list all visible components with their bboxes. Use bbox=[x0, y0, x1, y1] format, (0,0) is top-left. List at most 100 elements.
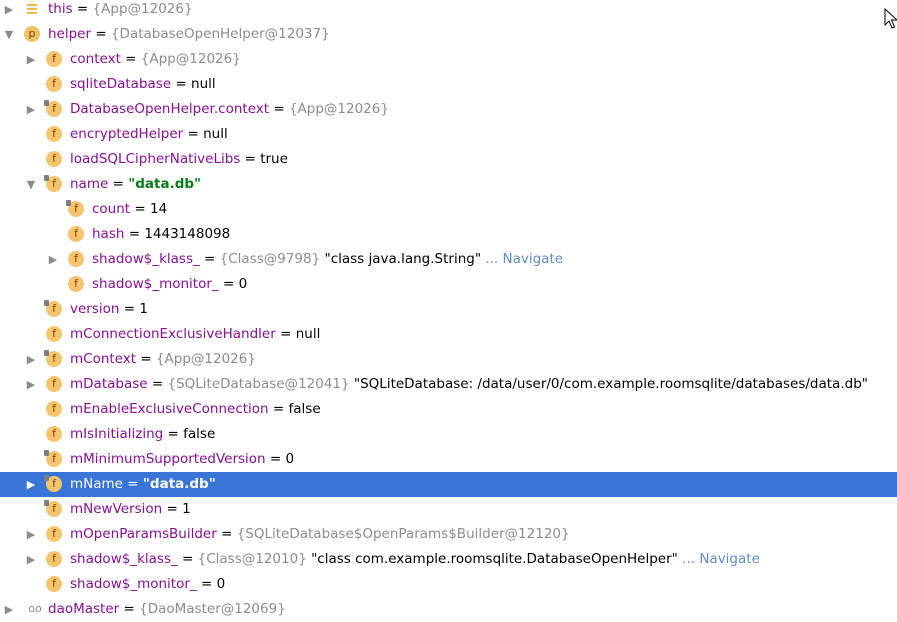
equals-sign: = bbox=[122, 476, 143, 492]
tree-row[interactable]: ▶ f mDatabase = {SQLiteDatabase@12041} "SQ… bbox=[0, 372, 897, 397]
object-reference: {App@12026} bbox=[288, 101, 389, 117]
equals-sign: = bbox=[130, 201, 150, 217]
variable-name: this bbox=[48, 1, 73, 17]
tree-row[interactable]: ▶ f shadow$_klass_ = {Class@12010} "class … bbox=[0, 547, 897, 572]
equals-sign: = bbox=[275, 326, 296, 342]
variable-entry: mMinimumSupportedVersion = 0 bbox=[70, 447, 294, 472]
equals-sign: = bbox=[196, 576, 217, 592]
tree-row[interactable]: f mNewVersion = 1 bbox=[0, 497, 897, 522]
parameter-icon: p bbox=[24, 26, 40, 42]
variable-entry: hash = 1443148098 bbox=[92, 222, 230, 247]
variable-name: count bbox=[92, 201, 131, 217]
tree-row[interactable]: f count = 14 bbox=[0, 197, 897, 222]
private-field-icon: f bbox=[44, 450, 62, 467]
variable-name: mEnableExclusiveConnection bbox=[70, 401, 269, 417]
variable-value: "class com.example.roomsqlite.DatabaseOp… bbox=[311, 551, 678, 567]
tree-row[interactable]: f sqliteDatabase = null bbox=[0, 72, 897, 97]
variable-entry: shadow$_monitor_ = 0 bbox=[92, 272, 247, 297]
tree-row[interactable]: f mIsInitializing = false bbox=[0, 422, 897, 447]
variables-tree[interactable]: ▶ this = {App@12026} ▼ p helper = {DatabaseO… bbox=[0, 0, 897, 622]
variable-name: mIsInitializing bbox=[70, 426, 164, 442]
variable-value: 14 bbox=[150, 201, 168, 217]
variable-name: mContext bbox=[70, 351, 137, 367]
equals-sign: = bbox=[91, 26, 111, 42]
field-icon: f bbox=[46, 51, 62, 67]
field-icon: f bbox=[46, 326, 62, 342]
tree-row[interactable]: ▶ f context = {App@12026} bbox=[0, 47, 897, 72]
navigate-link[interactable]: ... Navigate bbox=[485, 251, 563, 267]
equals-sign: = bbox=[119, 301, 140, 317]
expand-arrow-icon[interactable]: ▶ bbox=[24, 47, 38, 72]
variable-name: shadow$_klass_ bbox=[70, 551, 178, 567]
variable-entry: mEnableExclusiveConnection = false bbox=[70, 397, 321, 422]
variable-entry: mNewVersion = 1 bbox=[70, 497, 191, 522]
equals-sign: = bbox=[72, 1, 93, 17]
variable-entry: loadSQLCipherNativeLibs = true bbox=[70, 147, 288, 172]
variable-name: encryptedHelper bbox=[70, 126, 184, 142]
tree-row[interactable]: f version = 1 bbox=[0, 297, 897, 322]
field-icon: f bbox=[46, 401, 62, 417]
object-reference: {App@12026} bbox=[155, 351, 256, 367]
variable-name: shadow$_klass_ bbox=[92, 251, 200, 267]
equals-sign: = bbox=[124, 226, 145, 242]
tree-row[interactable]: ▶ f mContext = {App@12026} bbox=[0, 347, 897, 372]
object-reference: {App@12026} bbox=[92, 1, 193, 17]
variable-value: "class java.lang.String" bbox=[324, 251, 482, 267]
tree-row[interactable]: f shadow$_monitor_ = 0 bbox=[0, 572, 897, 597]
equals-sign: = bbox=[199, 251, 220, 267]
expand-arrow-icon[interactable]: ▶ bbox=[2, 597, 16, 622]
expand-arrow-icon[interactable]: ▶ bbox=[2, 0, 16, 22]
navigate-link[interactable]: ... Navigate bbox=[682, 551, 760, 567]
expand-arrow-icon[interactable]: ▶ bbox=[24, 547, 38, 572]
tree-row[interactable]: f loadSQLCipherNativeLibs = true bbox=[0, 147, 897, 172]
tree-row[interactable]: ▶ oo daoMaster = {DaoMaster@12069} bbox=[0, 597, 897, 622]
field-icon: f bbox=[68, 226, 84, 242]
field-icon: f bbox=[68, 251, 84, 267]
variable-entry: DatabaseOpenHelper.context = {App@12026} bbox=[70, 97, 389, 122]
field-icon: f bbox=[46, 76, 62, 92]
equals-sign: = bbox=[171, 76, 192, 92]
object-reference: {SQLiteDatabase@12041} bbox=[167, 376, 350, 392]
tree-row[interactable]: f mMinimumSupportedVersion = 0 bbox=[0, 447, 897, 472]
variable-entry: shadow$_monitor_ = 0 bbox=[70, 572, 225, 597]
tree-row[interactable]: ▶ f mName = "data.db" bbox=[0, 472, 897, 497]
tree-row[interactable]: f mConnectionExclusiveHandler = null bbox=[0, 322, 897, 347]
field-icon: f bbox=[46, 526, 62, 542]
string-value: "data.db" bbox=[128, 176, 202, 192]
variable-name: daoMaster bbox=[48, 601, 120, 617]
private-field-icon: f bbox=[44, 500, 62, 517]
equals-sign: = bbox=[177, 551, 198, 567]
watch-glasses-icon: oo bbox=[28, 602, 42, 615]
collapse-arrow-icon[interactable]: ▼ bbox=[24, 172, 38, 197]
equals-sign: = bbox=[183, 126, 204, 142]
tree-row[interactable]: f hash = 1443148098 bbox=[0, 222, 897, 247]
expand-arrow-icon[interactable]: ▶ bbox=[24, 472, 38, 497]
collapse-arrow-icon[interactable]: ▼ bbox=[2, 22, 16, 47]
private-field-icon: f bbox=[66, 200, 84, 217]
variable-entry: mDatabase = {SQLiteDatabase@12041} "SQLi… bbox=[70, 372, 868, 397]
tree-row[interactable]: f encryptedHelper = null bbox=[0, 122, 897, 147]
variable-value: 0 bbox=[238, 276, 248, 292]
tree-row[interactable]: ▶ f shadow$_klass_ = {Class@9798} "class j… bbox=[0, 247, 897, 272]
variable-name: mNewVersion bbox=[70, 501, 163, 517]
object-reference: {DatabaseOpenHelper@12037} bbox=[110, 26, 330, 42]
tree-row[interactable]: ▶ this = {App@12026} bbox=[0, 0, 897, 22]
expand-arrow-icon[interactable]: ▶ bbox=[24, 372, 38, 397]
field-icon: f bbox=[46, 126, 62, 142]
expand-arrow-icon[interactable]: ▶ bbox=[24, 97, 38, 122]
variable-name: helper bbox=[48, 26, 92, 42]
variable-value: null bbox=[191, 76, 216, 92]
tree-row[interactable]: ▶ f mOpenParamsBuilder = {SQLiteDatabase$O… bbox=[0, 522, 897, 547]
equals-sign: = bbox=[136, 351, 156, 367]
tree-row[interactable]: f shadow$_monitor_ = 0 bbox=[0, 272, 897, 297]
variable-name: shadow$_monitor_ bbox=[70, 576, 197, 592]
tree-row[interactable]: ▼ f name = "data.db" bbox=[0, 172, 897, 197]
tree-row[interactable]: ▶ f DatabaseOpenHelper.context = {App@1202… bbox=[0, 97, 897, 122]
tree-row[interactable]: ▼ p helper = {DatabaseOpenHelper@12037} bbox=[0, 22, 897, 47]
expand-arrow-icon[interactable]: ▶ bbox=[46, 247, 60, 272]
private-field-icon: f bbox=[44, 350, 62, 367]
expand-arrow-icon[interactable]: ▶ bbox=[24, 347, 38, 372]
expand-arrow-icon[interactable]: ▶ bbox=[24, 522, 38, 547]
object-reference: {App@12026} bbox=[140, 51, 241, 67]
tree-row[interactable]: f mEnableExclusiveConnection = false bbox=[0, 397, 897, 422]
